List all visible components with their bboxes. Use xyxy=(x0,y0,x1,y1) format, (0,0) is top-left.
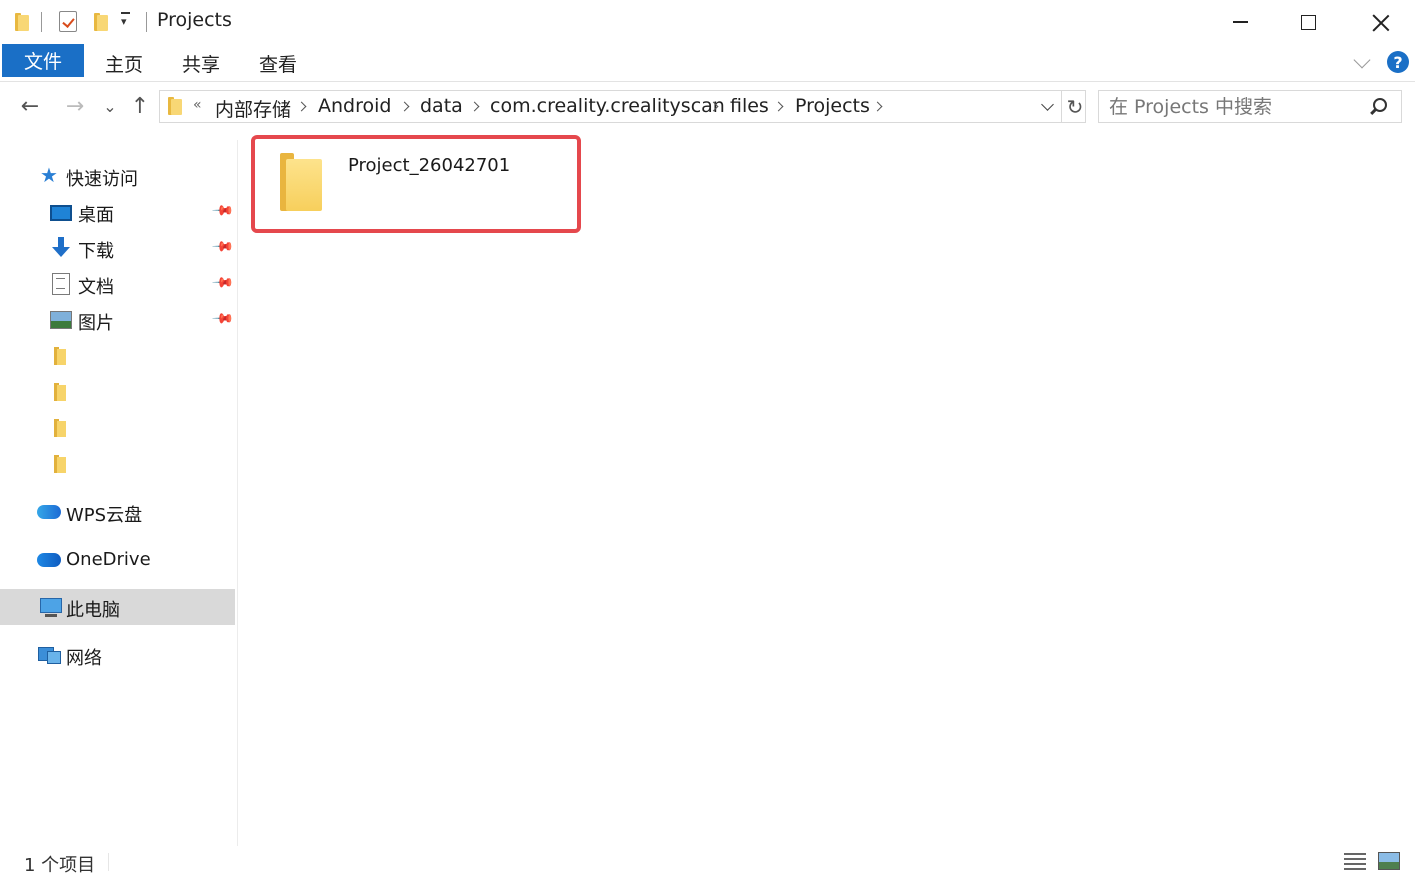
sidebar-item-desktop[interactable]: 桌面 📌 xyxy=(0,194,235,230)
properties-icon[interactable] xyxy=(59,11,77,32)
sidebar-item-this-pc[interactable]: 此电脑 xyxy=(0,589,235,625)
pin-icon: 📌 xyxy=(210,199,235,223)
sidebar-item-downloads[interactable]: 下载 📌 xyxy=(0,230,235,266)
folder-name: Project_26042701 xyxy=(348,155,511,176)
tab-share[interactable]: 共享 xyxy=(182,50,220,77)
folder-icon xyxy=(280,153,322,213)
help-icon[interactable]: ? xyxy=(1387,51,1409,73)
chevron-right-icon[interactable] xyxy=(296,101,307,112)
chevron-right-icon[interactable] xyxy=(469,101,480,112)
large-icons-view-icon[interactable] xyxy=(1378,852,1400,870)
onedrive-icon xyxy=(37,553,61,567)
folder-icon xyxy=(168,97,182,115)
breadcrumb-item[interactable]: data xyxy=(420,95,463,117)
sidebar-item-folder[interactable] xyxy=(0,410,235,446)
sidebar-item-label: OneDrive xyxy=(66,549,151,570)
pin-icon: 📌 xyxy=(210,235,235,259)
search-box xyxy=(1098,90,1402,123)
close-button[interactable] xyxy=(1345,0,1415,44)
new-folder-icon[interactable] xyxy=(94,10,108,34)
breadcrumb-item[interactable]: files xyxy=(730,95,769,117)
sidebar-item-wps-cloud[interactable]: WPS云盘 xyxy=(0,494,235,530)
toolbar-divider xyxy=(41,12,42,32)
address-dropdown-icon[interactable] xyxy=(1041,98,1054,111)
sidebar-item-documents[interactable]: 文档 📌 xyxy=(0,266,235,302)
folder-icon xyxy=(54,419,66,437)
folder-icon xyxy=(54,347,66,365)
pin-icon: 📌 xyxy=(210,271,235,295)
wps-cloud-icon xyxy=(37,505,61,519)
search-input[interactable] xyxy=(1099,91,1369,122)
sidebar-item-folder[interactable] xyxy=(0,338,235,374)
chevron-right-icon[interactable] xyxy=(399,101,410,112)
sidebar-item-label: 网络 xyxy=(66,648,102,669)
sidebar-item-pictures[interactable]: 图片 📌 xyxy=(0,302,235,338)
download-icon xyxy=(52,237,70,259)
breadcrumb-overflow-button[interactable]: « xyxy=(193,97,202,113)
sidebar-item-label: 桌面 xyxy=(78,205,114,226)
ribbon: 文件 主页 共享 查看 ? xyxy=(0,44,1415,82)
sidebar-item-quick-access[interactable]: ★ 快速访问 xyxy=(0,158,235,194)
title-bar: ▾ Projects xyxy=(0,0,1415,44)
folder-item[interactable]: Project_26042701 xyxy=(251,135,581,233)
item-count: 1 个项目 xyxy=(24,855,96,876)
sidebar-item-label: 图片 xyxy=(78,313,114,334)
pictures-icon xyxy=(50,311,72,329)
computer-icon xyxy=(40,598,62,617)
customize-toolbar-dropdown-icon[interactable]: ▾ xyxy=(121,12,130,28)
up-button[interactable]: ↑ xyxy=(128,94,152,119)
breadcrumb-item[interactable]: Projects xyxy=(795,95,870,117)
star-icon: ★ xyxy=(40,163,58,187)
search-icon[interactable] xyxy=(1373,98,1387,112)
sidebar-item-folder[interactable] xyxy=(0,374,235,410)
sidebar-item-label: WPS云盘 xyxy=(66,505,143,526)
desktop-icon xyxy=(50,205,72,221)
breadcrumb-item[interactable]: Android xyxy=(318,95,391,117)
sidebar-item-label: 快速访问 xyxy=(66,169,138,190)
folder-icon xyxy=(54,383,66,401)
sidebar-item-onedrive[interactable]: OneDrive xyxy=(0,542,235,578)
address-bar[interactable]: « 内部存储 Android data com.creality.crealit… xyxy=(159,90,1086,123)
back-button[interactable]: ← xyxy=(18,94,42,119)
forward-button[interactable]: → xyxy=(63,94,87,119)
network-icon xyxy=(38,645,61,664)
navigation-pane: ★ 快速访问 桌面 📌 下载 📌 文档 📌 图片 📌 WPS云盘 OneDriv… xyxy=(0,140,238,846)
sidebar-item-label: 此电脑 xyxy=(66,600,120,621)
sidebar-item-folder[interactable] xyxy=(0,446,235,482)
pin-icon: 📌 xyxy=(210,307,235,331)
tab-view[interactable]: 查看 xyxy=(259,50,297,77)
folder-icon xyxy=(15,10,29,34)
breadcrumb-item[interactable]: 内部存储 xyxy=(215,95,291,122)
sidebar-item-label: 下载 xyxy=(78,241,114,262)
window-title: Projects xyxy=(157,9,232,31)
tab-file[interactable]: 文件 xyxy=(2,44,84,77)
chevron-right-icon[interactable] xyxy=(872,101,883,112)
tab-home[interactable]: 主页 xyxy=(105,50,143,77)
expand-ribbon-icon[interactable] xyxy=(1353,51,1371,69)
minimize-button[interactable] xyxy=(1205,0,1275,44)
sidebar-item-network[interactable]: 网络 xyxy=(0,637,235,673)
details-view-icon[interactable] xyxy=(1344,851,1366,871)
sidebar-item-label: 文档 xyxy=(78,277,114,298)
status-divider xyxy=(108,853,109,871)
breadcrumb-item[interactable]: com.creality.crealityscan xyxy=(490,95,725,117)
address-divider xyxy=(1061,91,1062,122)
file-list: Project_26042701 xyxy=(239,135,1415,846)
documents-icon xyxy=(52,273,70,295)
chevron-right-icon[interactable] xyxy=(773,101,784,112)
folder-icon xyxy=(54,455,66,473)
refresh-icon[interactable]: ↻ xyxy=(1064,92,1086,122)
maximize-button[interactable] xyxy=(1273,0,1343,44)
toolbar-divider xyxy=(146,12,147,32)
recent-locations-button[interactable]: ⌄ xyxy=(98,94,122,118)
